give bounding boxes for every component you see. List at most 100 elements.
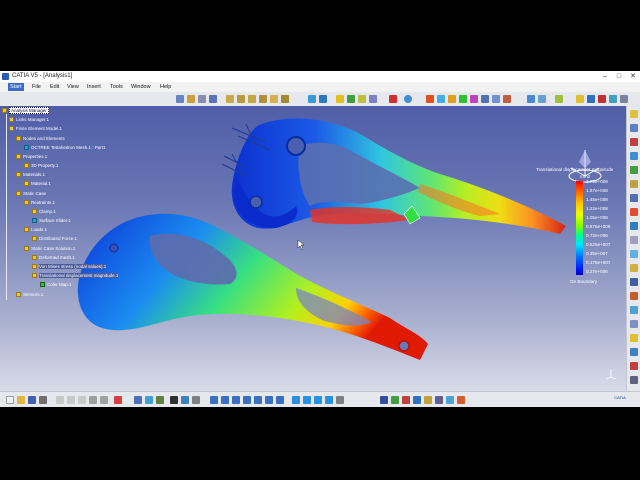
tree-node-nodes-and-elements[interactable]: Nodes and Elements [16, 136, 65, 142]
right-tool-icon[interactable] [630, 208, 638, 216]
historic-icon[interactable] [598, 95, 606, 103]
tree-node-von-mises[interactable]: Von Mises stress (nodal values).1 [32, 264, 107, 270]
macro-icon[interactable] [156, 396, 164, 404]
cut-icon[interactable] [56, 396, 64, 404]
new-icon[interactable] [6, 396, 14, 404]
tree-node-clamp[interactable]: Clamp.1 [32, 209, 56, 215]
pan-icon[interactable] [232, 396, 240, 404]
pressure-icon[interactable] [308, 95, 316, 103]
tree-node-deformed-mesh[interactable]: Deformed mesh.1 [32, 255, 75, 261]
maximize-button[interactable]: □ [612, 72, 626, 81]
menu-file[interactable]: File [32, 84, 41, 90]
right-tool-icon[interactable] [630, 306, 638, 314]
moment-icon[interactable] [336, 95, 344, 103]
tree-node-distributed-force[interactable]: Distributed Force.1 [32, 236, 77, 242]
info-icon[interactable] [555, 95, 563, 103]
report-icon[interactable] [576, 95, 584, 103]
tree-node-material[interactable]: Material.1 [24, 181, 51, 187]
hide-show-icon[interactable] [314, 396, 322, 404]
tree-node-color-map[interactable]: Color Map.1 [40, 282, 72, 288]
workbench-tool-icon[interactable] [435, 396, 443, 404]
line-force-icon[interactable] [358, 95, 366, 103]
right-tool-icon[interactable] [630, 194, 638, 202]
animate-icon[interactable] [481, 95, 489, 103]
right-tool-icon[interactable] [630, 264, 638, 272]
right-tool-icon[interactable] [630, 362, 638, 370]
amplification-icon[interactable] [503, 95, 511, 103]
tree-node-properties[interactable]: Properties.1 [16, 154, 47, 160]
tree-node-links-manager[interactable]: Links Manager.1 [9, 117, 49, 123]
right-tool-icon[interactable] [630, 236, 638, 244]
bearing-load-icon[interactable] [347, 95, 355, 103]
menu-window[interactable]: Window [131, 84, 151, 90]
simplified-layout-icon[interactable] [538, 95, 546, 103]
workbench-tool-icon[interactable] [402, 396, 410, 404]
save-icon[interactable] [28, 396, 36, 404]
tree-node-restraints[interactable]: Restraints.1 [24, 200, 55, 206]
right-tool-icon[interactable] [630, 110, 638, 118]
zoom-out-icon[interactable] [265, 396, 273, 404]
tree-node-sensors[interactable]: Sensors.1 [16, 292, 43, 298]
redo-icon[interactable] [100, 396, 108, 404]
bom-icon[interactable] [170, 396, 178, 404]
right-tool-icon[interactable] [630, 278, 638, 286]
iso-view-icon[interactable] [292, 396, 300, 404]
toolbar-more-icon[interactable] [620, 95, 628, 103]
knowledge-icon[interactable] [145, 396, 153, 404]
minimize-button[interactable]: – [598, 72, 612, 81]
measure-icon[interactable] [192, 396, 200, 404]
tree-node-finite-element-model[interactable]: Finite Element Model.1 [9, 126, 62, 132]
menu-start[interactable]: Start [8, 83, 24, 91]
cut-plane-icon[interactable] [492, 95, 500, 103]
tree-node-loads[interactable]: Loads.1 [24, 227, 47, 233]
right-tool-icon[interactable] [630, 320, 638, 328]
tree-node-translational-displacement[interactable]: Translational displacement magnitude.1 [32, 273, 119, 279]
displacement-icon[interactable] [448, 95, 456, 103]
rotate-icon[interactable] [243, 396, 251, 404]
right-tool-icon[interactable] [630, 180, 638, 188]
generate-report-icon[interactable] [587, 95, 595, 103]
image-layout-icon[interactable] [527, 95, 535, 103]
clamp-icon[interactable] [226, 95, 234, 103]
right-tool-icon[interactable] [630, 376, 638, 384]
right-tool-icon[interactable] [630, 334, 638, 342]
sensor-icon[interactable] [404, 95, 412, 103]
compute-icon[interactable] [389, 95, 397, 103]
tree-node-materials[interactable]: Materials.1 [16, 172, 45, 178]
advanced-restraint-icon[interactable] [259, 95, 267, 103]
menu-edit[interactable]: Edit [50, 84, 59, 90]
tree-node-static-case-solution[interactable]: Static Case Solution.1 [24, 246, 75, 252]
zoom-in-icon[interactable] [254, 396, 262, 404]
ball-join-icon[interactable] [281, 95, 289, 103]
workbench-tool-icon[interactable] [457, 396, 465, 404]
open-icon[interactable] [17, 396, 25, 404]
swap-space-icon[interactable] [325, 396, 333, 404]
color-legend[interactable]: Translational displacement magnitude mm2… [536, 167, 628, 284]
3d-viewport[interactable]: Analysis Manager Links Manager.1 Finite … [0, 106, 626, 391]
render-icon[interactable] [336, 396, 344, 404]
menu-tools[interactable]: Tools [110, 84, 123, 90]
material-icon[interactable] [209, 95, 217, 103]
right-tool-icon[interactable] [630, 222, 638, 230]
slider-icon[interactable] [237, 95, 245, 103]
extrema-icon[interactable] [609, 95, 617, 103]
right-tool-icon[interactable] [630, 348, 638, 356]
right-tool-icon[interactable] [630, 124, 638, 132]
menu-view[interactable]: View [67, 84, 79, 90]
right-tool-icon[interactable] [630, 250, 638, 258]
right-tool-icon[interactable] [630, 292, 638, 300]
distributed-force-icon[interactable] [319, 95, 327, 103]
mesh-icon[interactable] [187, 95, 195, 103]
catalog-icon[interactable] [181, 396, 189, 404]
workbench-tool-icon[interactable] [446, 396, 454, 404]
copy-icon[interactable] [67, 396, 75, 404]
paste-icon[interactable] [78, 396, 86, 404]
precision-icon[interactable] [470, 95, 478, 103]
tree-node-surface-slider[interactable]: Surface Slider.1 [32, 218, 71, 224]
analysis-icon[interactable] [176, 95, 184, 103]
workbench-tool-icon[interactable] [413, 396, 421, 404]
right-tool-icon[interactable] [630, 166, 638, 174]
menu-insert[interactable]: Insert [87, 84, 101, 90]
whats-this-icon[interactable] [114, 396, 122, 404]
undo-icon[interactable] [89, 396, 97, 404]
